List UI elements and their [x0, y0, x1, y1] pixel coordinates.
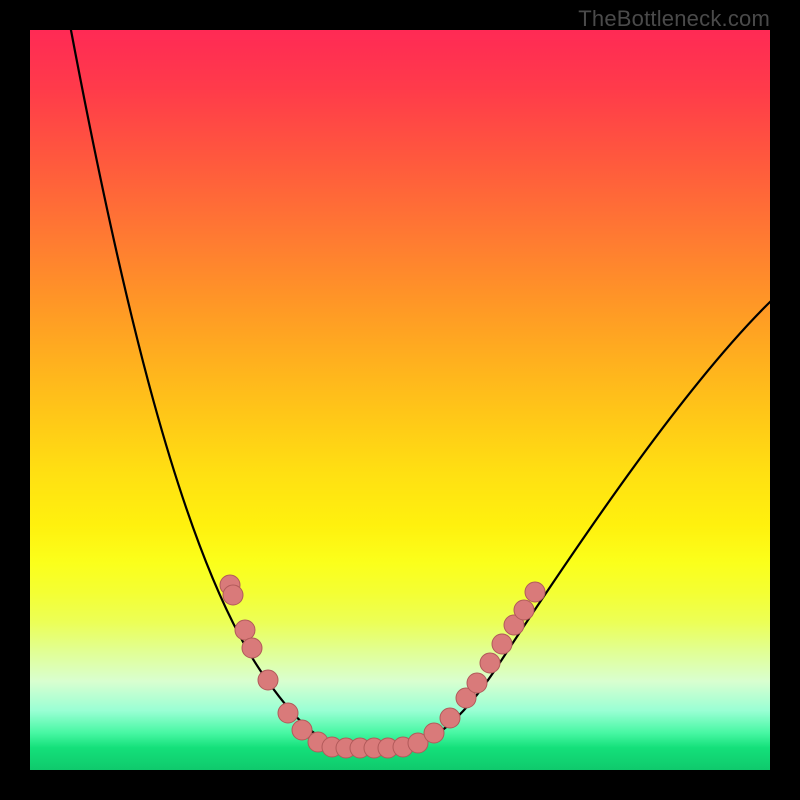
watermark-text: TheBottleneck.com: [578, 6, 770, 32]
plot-area: [30, 30, 770, 770]
data-marker: [223, 585, 243, 605]
data-marker: [440, 708, 460, 728]
data-marker: [525, 582, 545, 602]
data-marker: [467, 673, 487, 693]
curve-layer: [30, 30, 770, 770]
data-marker: [235, 620, 255, 640]
bottleneck-curve: [70, 25, 772, 748]
outer-frame: TheBottleneck.com: [0, 0, 800, 800]
marker-group: [220, 575, 545, 758]
data-marker: [258, 670, 278, 690]
data-marker: [492, 634, 512, 654]
data-marker: [514, 600, 534, 620]
data-marker: [424, 723, 444, 743]
data-marker: [278, 703, 298, 723]
data-marker: [242, 638, 262, 658]
data-marker: [480, 653, 500, 673]
